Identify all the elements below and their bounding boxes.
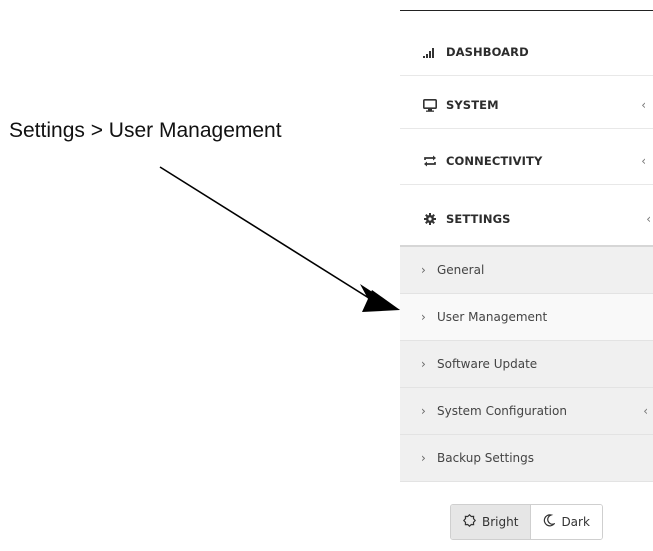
caret-right-icon: ›	[421, 310, 426, 324]
theme-dark-button[interactable]: Dark	[531, 505, 602, 539]
sidebar-item-label: DASHBOARD	[446, 45, 529, 59]
gear-icon	[422, 211, 438, 227]
theme-bright-label: Bright	[482, 515, 519, 529]
submenu-item-label: System Configuration	[437, 404, 567, 418]
submenu-item-software-update[interactable]: › Software Update	[400, 341, 653, 388]
submenu-item-label: Backup Settings	[437, 451, 535, 465]
monitor-icon	[422, 97, 438, 113]
chevron-left-icon: ‹	[641, 98, 646, 112]
signal-bars-icon	[422, 44, 438, 60]
submenu-item-label: Software Update	[437, 357, 538, 371]
sidebar-item-label: CONNECTIVITY	[446, 154, 543, 168]
sidebar-item-label: SETTINGS	[446, 211, 511, 226]
chevron-left-icon: ‹	[646, 211, 651, 226]
chevron-left-icon: ‹	[643, 404, 648, 418]
submenu-item-label: User Management	[437, 310, 548, 324]
submenu-item-system-configuration[interactable]: › System Configuration ‹	[400, 388, 653, 435]
theme-switch: Bright Dark	[450, 504, 603, 540]
sync-arrows-icon	[422, 153, 438, 169]
sidebar-item-label: SYSTEM	[446, 98, 499, 112]
caret-right-icon: ›	[421, 404, 426, 418]
submenu-item-label: General	[437, 263, 485, 277]
sidebar-nav: DASHBOARD SYSTEM ‹ CONNECTIVITY ‹ SETTIN…	[400, 10, 653, 551]
submenu-item-user-management[interactable]: › User Management	[400, 294, 653, 341]
sidebar-item-system[interactable]: SYSTEM ‹	[400, 82, 653, 129]
caret-right-icon: ›	[421, 263, 426, 277]
chevron-left-icon: ‹	[641, 154, 646, 168]
sun-icon	[462, 513, 477, 530]
submenu-item-backup-settings[interactable]: › Backup Settings	[400, 435, 653, 482]
caret-right-icon: ›	[421, 357, 426, 371]
caret-right-icon: ›	[421, 451, 426, 465]
sidebar-item-dashboard[interactable]: DASHBOARD	[400, 29, 653, 76]
moon-icon	[543, 514, 557, 530]
submenu-item-general[interactable]: › General	[400, 247, 653, 294]
sidebar-item-settings[interactable]: SETTINGS ‹	[400, 192, 653, 247]
theme-bright-button[interactable]: Bright	[451, 505, 532, 539]
theme-dark-label: Dark	[561, 515, 590, 529]
sidebar-item-connectivity[interactable]: CONNECTIVITY ‹	[400, 138, 653, 185]
